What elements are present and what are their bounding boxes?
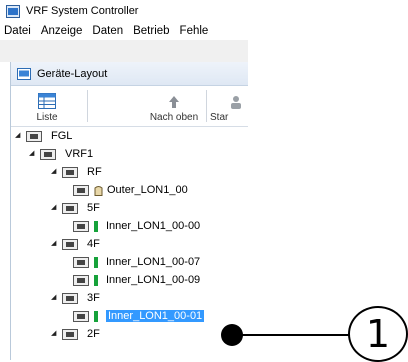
group-icon [62, 328, 78, 340]
menu-fehler[interactable]: Fehle [175, 25, 214, 37]
indoor-unit-status-icon [94, 220, 98, 232]
tree-label: VRF1 [65, 148, 94, 160]
indoor-unit-status-icon [94, 274, 98, 286]
menu-separator-band [0, 40, 248, 62]
tree-node-inner[interactable]: Inner_LON1_00-07 [73, 253, 200, 271]
tree-label: Inner_LON1_00-00 [106, 220, 201, 232]
tree-label: 2F [87, 328, 100, 340]
tree-node-inner[interactable]: Inner_LON1_00-09 [73, 271, 200, 289]
menu-anzeige[interactable]: Anzeige [36, 25, 88, 37]
tree-node-5f[interactable]: ◢ 5F [51, 199, 100, 217]
window-title: VRF System Controller [26, 5, 139, 17]
group-icon [73, 184, 89, 196]
group-icon [62, 202, 78, 214]
tree-label: 3F [87, 292, 100, 304]
panel-toolbar: Liste Nach oben Star [11, 86, 248, 127]
callout-number: 1 [348, 306, 408, 362]
collapse-arrow-icon[interactable]: ◢ [15, 132, 23, 140]
indoor-unit-status-icon [94, 310, 98, 322]
tree-label: FGL [51, 130, 73, 142]
move-up-label: Nach oben [149, 112, 199, 123]
menu-bar: Datei Anzeige Daten Betrieb Fehle [0, 22, 248, 40]
tree-label: RF [87, 166, 102, 178]
callout-dot [221, 324, 243, 346]
list-button-label: Liste [36, 112, 58, 123]
toolbar-separator [206, 90, 207, 122]
collapse-arrow-icon[interactable]: ◢ [29, 150, 37, 158]
group-icon [73, 274, 89, 286]
app-icon [6, 4, 20, 18]
collapse-arrow-icon[interactable]: ◢ [51, 330, 59, 338]
tree-node-fgl[interactable]: ◢ FGL [15, 127, 72, 145]
device-layout-icon [17, 67, 31, 80]
tree-node-2f[interactable]: ◢ 2F [51, 325, 100, 343]
menu-daten[interactable]: Daten [87, 25, 128, 37]
tree-node-rf[interactable]: ◢ RF [51, 163, 102, 181]
outdoor-unit-icon [94, 185, 103, 196]
panel-header: Geräte-Layout [11, 62, 248, 86]
group-icon [62, 238, 78, 250]
tree-node-inner-selected[interactable]: Inner_LON1_00-01 [73, 307, 205, 325]
app-window: VRF System Controller Datei Anzeige Date… [0, 0, 248, 360]
group-icon [73, 220, 89, 232]
arrow-up-icon [169, 96, 179, 108]
toolbar-separator [87, 90, 88, 122]
tree-node-vrf1[interactable]: ◢ VRF1 [29, 145, 93, 163]
device-tree: ◢ FGL ◢ VRF1 ◢ RF Outer_LON1_00 ◢ 5F Inn… [11, 127, 248, 360]
start-button[interactable]: Star [210, 86, 248, 126]
collapse-arrow-icon[interactable]: ◢ [51, 240, 59, 248]
tree-label: 4F [87, 238, 100, 250]
move-up-button[interactable]: Nach oben [145, 86, 203, 126]
tree-label: Outer_LON1_00 [107, 184, 188, 196]
title-bar: VRF System Controller [0, 0, 248, 22]
list-button[interactable]: Liste [21, 86, 73, 126]
menu-betrieb[interactable]: Betrieb [128, 25, 174, 37]
tree-label-selected: Inner_LON1_00-01 [106, 310, 205, 322]
tree-label: Inner_LON1_00-09 [106, 274, 201, 286]
person-icon [231, 96, 241, 109]
list-view-icon [38, 93, 56, 109]
tree-label: Inner_LON1_00-07 [106, 256, 201, 268]
callout-line [232, 334, 352, 336]
collapse-arrow-icon[interactable]: ◢ [51, 204, 59, 212]
tree-label: 5F [87, 202, 100, 214]
menu-datei[interactable]: Datei [0, 25, 36, 37]
group-icon [62, 292, 78, 304]
group-icon [62, 166, 78, 178]
tree-node-outer[interactable]: Outer_LON1_00 [73, 181, 188, 199]
device-layout-panel: Geräte-Layout Liste Nach oben Star ◢ FGL… [10, 62, 248, 360]
start-label: Star [210, 112, 229, 123]
group-icon [73, 256, 89, 268]
collapse-arrow-icon[interactable]: ◢ [51, 294, 59, 302]
group-icon [40, 148, 56, 160]
collapse-arrow-icon[interactable]: ◢ [51, 168, 59, 176]
group-icon [73, 310, 89, 322]
tree-node-4f[interactable]: ◢ 4F [51, 235, 100, 253]
tree-node-inner[interactable]: Inner_LON1_00-00 [73, 217, 200, 235]
panel-title: Geräte-Layout [37, 67, 108, 80]
indoor-unit-status-icon [94, 256, 98, 268]
tree-node-3f[interactable]: ◢ 3F [51, 289, 100, 307]
group-icon [26, 130, 42, 142]
